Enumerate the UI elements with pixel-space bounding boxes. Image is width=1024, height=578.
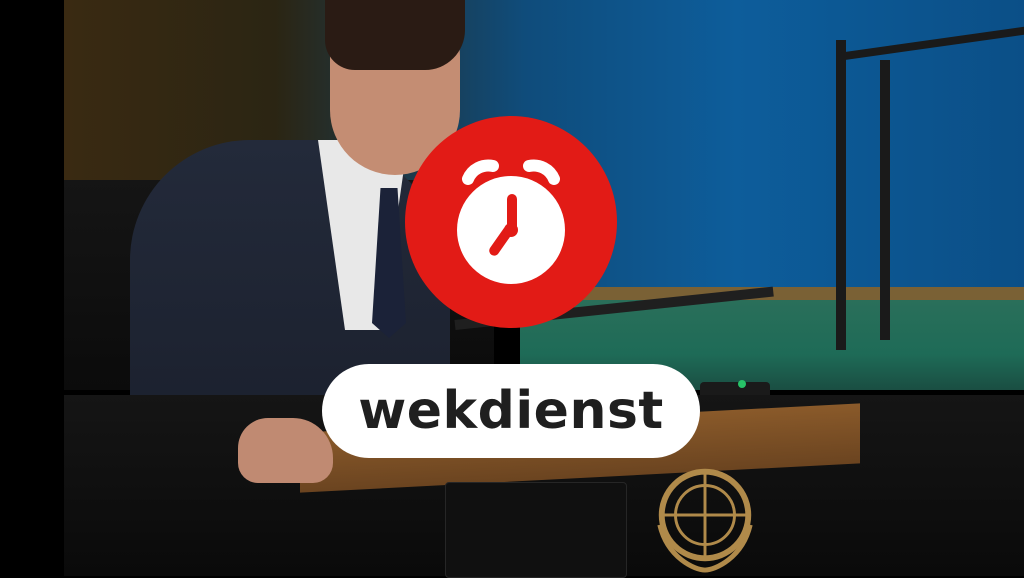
railing-post: [836, 40, 846, 350]
speaker-hand: [238, 418, 333, 483]
un-emblem-icon: [657, 468, 753, 573]
podium-panel: [445, 482, 627, 578]
badge-label: wekdienst: [358, 381, 664, 441]
railing-post: [880, 60, 890, 340]
left-black-bar: [0, 0, 64, 576]
status-led: [738, 380, 746, 388]
alarm-clock-icon: [457, 159, 565, 284]
alarm-circle: [405, 116, 617, 328]
wekdienst-badge: wekdienst: [322, 364, 700, 458]
news-thumbnail: wekdienst: [0, 0, 1024, 578]
speaker-hair: [325, 0, 465, 70]
